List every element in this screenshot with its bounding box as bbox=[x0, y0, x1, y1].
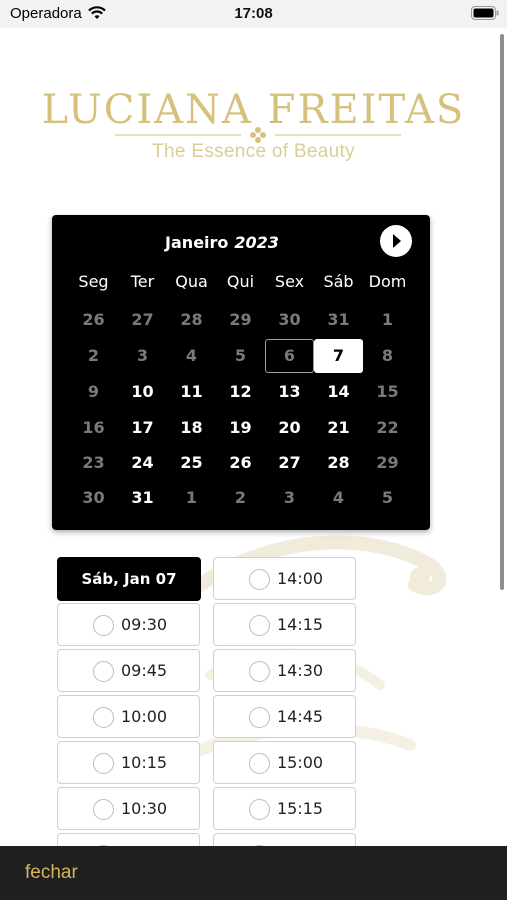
radio-circle-icon[interactable] bbox=[93, 615, 114, 636]
calendar-day[interactable]: 9 bbox=[69, 375, 118, 409]
radio-circle-icon[interactable] bbox=[93, 799, 114, 820]
calendar-day[interactable]: 21 bbox=[314, 411, 363, 445]
radio-circle-icon[interactable] bbox=[249, 661, 270, 682]
calendar-day[interactable]: 27 bbox=[118, 303, 167, 337]
time-slot-button[interactable]: 10:30 bbox=[57, 787, 200, 830]
battery-icon bbox=[471, 6, 499, 20]
time-slot-label: 09:45 bbox=[121, 661, 168, 680]
calendar-year: 2023 bbox=[234, 233, 279, 252]
weekday-label: Sáb bbox=[323, 272, 354, 291]
weekday-label: Qui bbox=[226, 272, 255, 291]
time-slot-button[interactable]: 14:15 bbox=[213, 603, 356, 646]
calendar-day[interactable]: 3 bbox=[118, 339, 167, 373]
time-slot-label: 10:15 bbox=[121, 753, 168, 772]
weekday-label: Dom bbox=[368, 272, 407, 291]
time-slot-label: 14:15 bbox=[277, 615, 324, 634]
radio-circle-icon[interactable] bbox=[249, 707, 270, 728]
radio-circle-icon[interactable] bbox=[93, 661, 114, 682]
calendar-month: Janeiro bbox=[165, 233, 229, 252]
time-slot-button[interactable]: 10:00 bbox=[57, 695, 200, 738]
radio-circle-icon[interactable] bbox=[93, 753, 114, 774]
weekday-label: Sex bbox=[274, 272, 305, 291]
close-button[interactable]: fechar bbox=[25, 862, 78, 884]
radio-circle-icon[interactable] bbox=[93, 707, 114, 728]
radio-circle-icon[interactable] bbox=[249, 799, 270, 820]
calendar-day[interactable]: 16 bbox=[69, 411, 118, 445]
calendar-day[interactable]: 18 bbox=[167, 411, 216, 445]
calendar-day[interactable]: 30 bbox=[69, 481, 118, 515]
calendar-day[interactable]: 23 bbox=[69, 446, 118, 480]
time-slot-button[interactable]: 09:30 bbox=[57, 603, 200, 646]
weekday-label: Seg bbox=[78, 272, 109, 291]
time-slot-label: 15:15 bbox=[277, 799, 324, 818]
time-slot-label: 09:30 bbox=[121, 615, 168, 634]
calendar-day[interactable]: 27 bbox=[265, 446, 314, 480]
calendar-day[interactable]: 2 bbox=[69, 339, 118, 373]
time-slot-button[interactable]: 14:30 bbox=[213, 649, 356, 692]
calendar-day[interactable]: 28 bbox=[167, 303, 216, 337]
calendar-day[interactable]: 3 bbox=[265, 481, 314, 515]
time-slot-button[interactable]: 15:15 bbox=[213, 787, 356, 830]
calendar-day[interactable]: 15 bbox=[363, 375, 412, 409]
time-slot-label: 14:45 bbox=[277, 707, 324, 726]
calendar-day[interactable]: 1 bbox=[363, 303, 412, 337]
calendar-day[interactable]: 1 bbox=[167, 481, 216, 515]
status-bar: Operadora 17:08 bbox=[0, 0, 507, 28]
calendar-day-selected[interactable]: 7 bbox=[314, 339, 363, 373]
calendar-day[interactable]: 24 bbox=[118, 446, 167, 480]
calendar-day[interactable]: 10 bbox=[118, 375, 167, 409]
calendar-day[interactable]: 29 bbox=[363, 446, 412, 480]
time-slot-label: 10:00 bbox=[121, 707, 168, 726]
calendar-day[interactable]: 5 bbox=[363, 481, 412, 515]
radio-circle-icon[interactable] bbox=[249, 615, 270, 636]
calendar-day[interactable]: 26 bbox=[69, 303, 118, 337]
calendar-day[interactable]: 12 bbox=[216, 375, 265, 409]
calendar: Janeiro 2023 Seg Ter Qua Qui Sex Sáb Dom 26 27 28… bbox=[52, 215, 430, 530]
calendar-day[interactable]: 14 bbox=[314, 375, 363, 409]
bottom-bar: fechar bbox=[0, 846, 507, 900]
radio-circle-icon[interactable] bbox=[249, 753, 270, 774]
calendar-day[interactable]: 30 bbox=[265, 303, 314, 337]
time-slot-label: 14:30 bbox=[277, 661, 324, 680]
calendar-day[interactable]: 2 bbox=[216, 481, 265, 515]
weekday-label: Qua bbox=[175, 272, 208, 291]
calendar-day[interactable]: 20 bbox=[265, 411, 314, 445]
chevron-right-icon bbox=[393, 234, 401, 248]
time-slot-label: 15:00 bbox=[277, 753, 324, 772]
calendar-day[interactable]: 5 bbox=[216, 339, 265, 373]
calendar-day[interactable]: 25 bbox=[167, 446, 216, 480]
calendar-day[interactable]: 17 bbox=[118, 411, 167, 445]
time-slot-label: 14:00 bbox=[277, 569, 324, 588]
calendar-day[interactable]: 22 bbox=[363, 411, 412, 445]
brand-slogan: The Essence of Beauty bbox=[152, 141, 355, 162]
calendar-day[interactable]: 19 bbox=[216, 411, 265, 445]
calendar-day[interactable]: 26 bbox=[216, 446, 265, 480]
clock: 17:08 bbox=[234, 5, 273, 22]
calendar-day-today[interactable]: 6 bbox=[265, 339, 314, 373]
calendar-day[interactable]: 28 bbox=[314, 446, 363, 480]
next-month-button[interactable] bbox=[380, 225, 412, 257]
calendar-day[interactable]: 29 bbox=[216, 303, 265, 337]
selected-date-header: Sáb, Jan 07 bbox=[57, 557, 201, 601]
calendar-day[interactable]: 31 bbox=[314, 303, 363, 337]
calendar-day[interactable]: 4 bbox=[314, 481, 363, 515]
calendar-day[interactable]: 11 bbox=[167, 375, 216, 409]
weekday-label: Ter bbox=[130, 272, 155, 291]
radio-circle-icon[interactable] bbox=[249, 569, 270, 590]
time-slot-label: 10:30 bbox=[121, 799, 168, 818]
calendar-day[interactable]: 8 bbox=[363, 339, 412, 373]
time-slot-button[interactable]: 14:45 bbox=[213, 695, 356, 738]
time-slot-button[interactable]: 15:00 bbox=[213, 741, 356, 784]
calendar-day[interactable]: 13 bbox=[265, 375, 314, 409]
time-slot-button[interactable]: 10:15 bbox=[57, 741, 200, 784]
calendar-month-year: Janeiro 2023 bbox=[52, 233, 392, 252]
calendar-day[interactable]: 4 bbox=[167, 339, 216, 373]
time-slot-button[interactable]: 09:45 bbox=[57, 649, 200, 692]
time-slot-button[interactable]: 14:00 bbox=[213, 557, 356, 600]
calendar-day[interactable]: 31 bbox=[118, 481, 167, 515]
